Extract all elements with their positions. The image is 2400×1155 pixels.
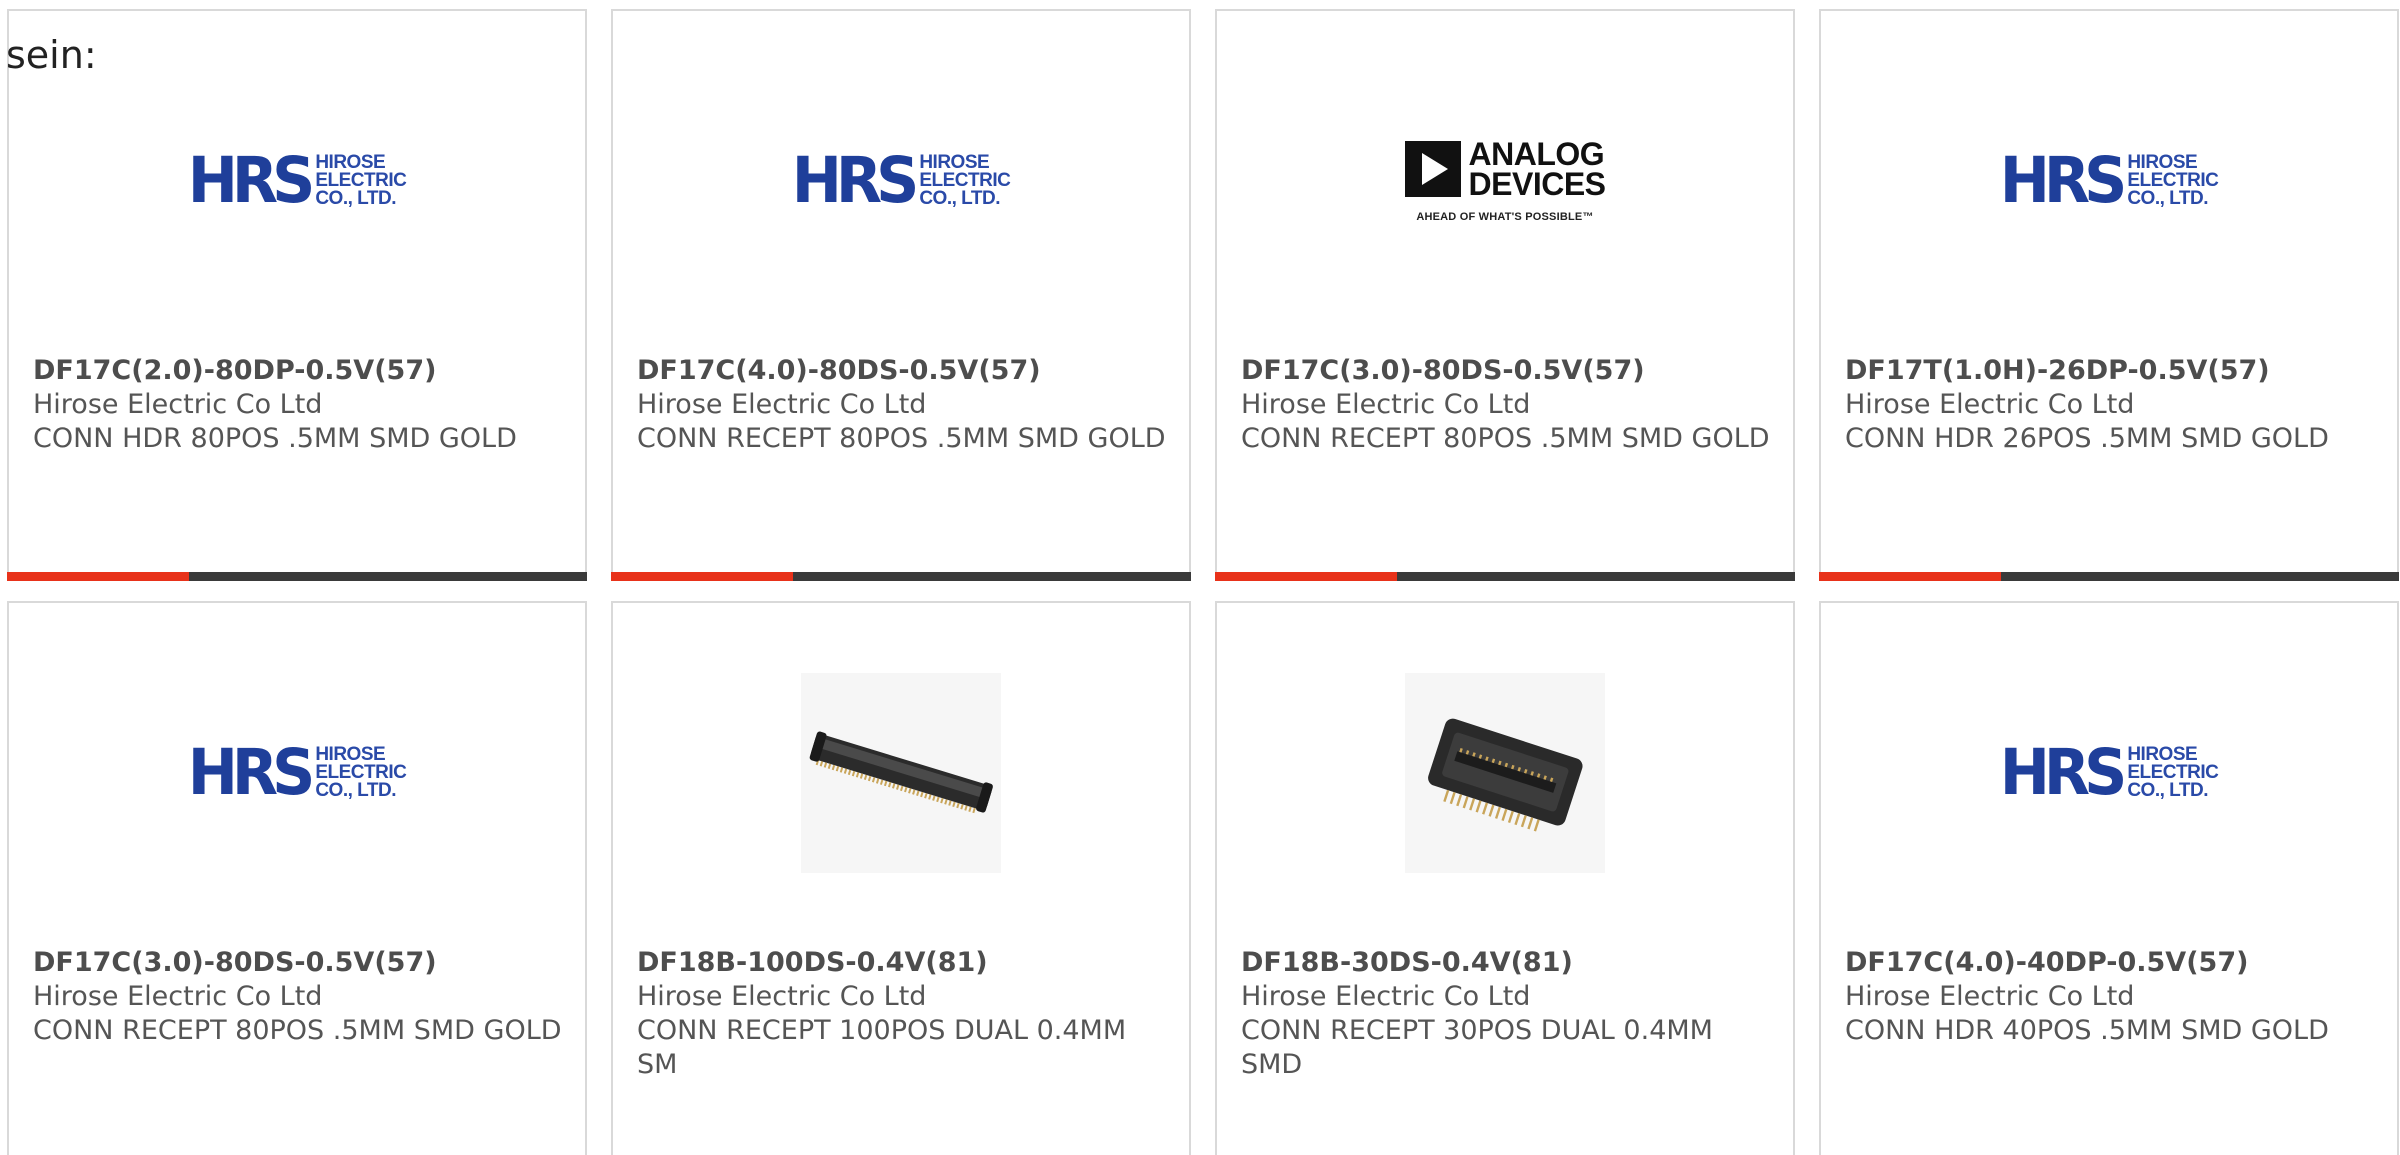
hirose-logo-mark: HRS xyxy=(187,144,316,218)
card-bar-accent xyxy=(611,572,793,581)
card-bottom-bar xyxy=(1819,572,2399,581)
analog-devices-tagline: AHEAD OF WHAT'S POSSIBLE™ xyxy=(1416,211,1594,223)
part-number-link[interactable]: DF18B-30DS-0.4V(81) xyxy=(1241,946,1771,980)
part-number-link[interactable]: DF17C(4.0)-80DS-0.5V(57) xyxy=(637,354,1167,388)
connector-image xyxy=(1428,718,1583,832)
product-image[interactable]: HRS HIROSE ELECTRIC CO., LTD. xyxy=(2000,673,2219,873)
hirose-logo-line3: CO., LTD. xyxy=(2127,780,2208,801)
product-info: DF17C(3.0)-80DS-0.5V(57) Hirose Electric … xyxy=(1241,354,1771,456)
hirose-logo-mark: HRS xyxy=(1999,736,2128,810)
part-number-link[interactable]: DF17C(4.0)-40DP-0.5V(57) xyxy=(1845,946,2375,980)
product-card[interactable]: HRS HIROSE ELECTRIC CO., LTD. DF17C(4.0)… xyxy=(1819,601,2399,1155)
product-card[interactable]: HRS HIROSE ELECTRIC CO., LTD. DF17C(2.0)… xyxy=(7,9,587,581)
hirose-logo-words: HIROSE ELECTRIC CO., LTD. xyxy=(315,745,407,801)
manufacturer-name: Hirose Electric Co Ltd xyxy=(1845,981,2135,1012)
product-card[interactable]: DF18B-100DS-0.4V(81) Hirose Electric Co L… xyxy=(611,601,1191,1155)
product-image[interactable]: HRS HIROSE ELECTRIC CO., LTD. xyxy=(188,81,407,281)
part-number-link[interactable]: DF17T(1.0H)-26DP-0.5V(57) xyxy=(1845,354,2375,388)
hirose-logo: HRS HIROSE ELECTRIC CO., LTD. xyxy=(187,736,407,810)
product-listing-page: HRS HIROSE ELECTRIC CO., LTD. DF17C(2.0)… xyxy=(0,0,2400,1155)
part-number-link[interactable]: DF17C(3.0)-80DS-0.5V(57) xyxy=(1241,354,1771,388)
hirose-logo-line3: CO., LTD. xyxy=(315,780,396,801)
manufacturer-name: Hirose Electric Co Ltd xyxy=(637,389,927,420)
product-description: CONN RECEPT 80POS .5MM SMD GOLD xyxy=(637,423,1166,454)
analog-devices-line1: ANALOG xyxy=(1468,136,1605,172)
hirose-logo: HRS HIROSE ELECTRIC CO., LTD. xyxy=(791,144,1011,218)
part-number-link[interactable]: DF17C(2.0)-80DP-0.5V(57) xyxy=(33,354,563,388)
part-number-link[interactable]: DF18B-100DS-0.4V(81) xyxy=(637,946,1167,980)
product-description: CONN RECEPT 80POS .5MM SMD GOLD xyxy=(33,1015,562,1046)
card-bottom-bar xyxy=(611,572,1191,581)
hirose-logo-words: HIROSE ELECTRIC CO., LTD. xyxy=(2127,745,2219,801)
product-image[interactable]: ANALOG DEVICES AHEAD OF WHAT'S POSSIBLE™ xyxy=(1404,81,1606,281)
product-info: DF17C(4.0)-40DP-0.5V(57) Hirose Electric … xyxy=(1845,946,2375,1048)
product-info: DF17T(1.0H)-26DP-0.5V(57) Hirose Electric… xyxy=(1845,354,2375,456)
lead-text: sein: xyxy=(6,33,97,77)
hirose-logo: HRS HIROSE ELECTRIC CO., LTD. xyxy=(1999,736,2219,810)
hirose-logo-mark: HRS xyxy=(1999,144,2128,218)
hirose-logo-mark: HRS xyxy=(187,736,316,810)
product-info: DF18B-30DS-0.4V(81) Hirose Electric Co Lt… xyxy=(1241,946,1771,1082)
product-description: CONN HDR 80POS .5MM SMD GOLD xyxy=(33,423,517,454)
product-image[interactable]: HRS HIROSE ELECTRIC CO., LTD. xyxy=(188,673,407,873)
hirose-logo-line3: CO., LTD. xyxy=(2127,188,2208,209)
product-info: DF17C(3.0)-80DS-0.5V(57) Hirose Electric … xyxy=(33,946,563,1048)
product-info: DF17C(4.0)-80DS-0.5V(57) Hirose Electric … xyxy=(637,354,1167,456)
product-description: CONN RECEPT 80POS .5MM SMD GOLD xyxy=(1241,423,1770,454)
product-card[interactable]: ANALOG DEVICES AHEAD OF WHAT'S POSSIBLE™… xyxy=(1215,9,1795,581)
hirose-logo-words: HIROSE ELECTRIC CO., LTD. xyxy=(315,153,407,209)
hirose-logo-line3: CO., LTD. xyxy=(919,188,1000,209)
connector-photo xyxy=(1405,673,1605,873)
manufacturer-name: Hirose Electric Co Ltd xyxy=(1845,389,2135,420)
analog-devices-line2: DEVICES xyxy=(1468,166,1606,202)
analog-devices-name: ANALOG DEVICES xyxy=(1468,136,1606,202)
manufacturer-name: Hirose Electric Co Ltd xyxy=(1241,389,1531,420)
connector-image xyxy=(809,731,993,814)
product-image[interactable]: HRS HIROSE ELECTRIC CO., LTD. xyxy=(2000,81,2219,281)
product-description: CONN HDR 26POS .5MM SMD GOLD xyxy=(1845,423,2329,454)
card-bar-accent xyxy=(7,572,189,581)
product-info: DF17C(2.0)-80DP-0.5V(57) Hirose Electric … xyxy=(33,354,563,456)
analog-devices-logo: ANALOG DEVICES AHEAD OF WHAT'S POSSIBLE™ xyxy=(1404,136,1606,223)
part-number-link[interactable]: DF17C(3.0)-80DS-0.5V(57) xyxy=(33,946,563,980)
product-card[interactable]: HRS HIROSE ELECTRIC CO., LTD. DF17T(1.0H… xyxy=(1819,9,2399,581)
product-description: CONN HDR 40POS .5MM SMD GOLD xyxy=(1845,1015,2329,1046)
hirose-logo-words: HIROSE ELECTRIC CO., LTD. xyxy=(2127,153,2219,209)
product-card[interactable]: HRS HIROSE ELECTRIC CO., LTD. DF17C(3.0)… xyxy=(7,601,587,1155)
product-description: CONN RECEPT 100POS DUAL 0.4MM SM xyxy=(637,1015,1127,1080)
product-image[interactable] xyxy=(801,673,1001,873)
hirose-logo-line3: CO., LTD. xyxy=(315,188,396,209)
connector-photo xyxy=(801,673,1001,873)
manufacturer-name: Hirose Electric Co Ltd xyxy=(33,981,323,1012)
card-bottom-bar xyxy=(1215,572,1795,581)
product-info: DF18B-100DS-0.4V(81) Hirose Electric Co L… xyxy=(637,946,1167,1082)
manufacturer-name: Hirose Electric Co Ltd xyxy=(33,389,323,420)
card-bar-accent xyxy=(1215,572,1397,581)
card-bottom-bar xyxy=(7,572,587,581)
product-image[interactable]: HRS HIROSE ELECTRIC CO., LTD. xyxy=(792,81,1011,281)
hirose-logo: HRS HIROSE ELECTRIC CO., LTD. xyxy=(187,144,407,218)
play-triangle-icon xyxy=(1404,141,1461,197)
product-grid: HRS HIROSE ELECTRIC CO., LTD. DF17C(2.0)… xyxy=(7,9,2399,1155)
product-card[interactable]: HRS HIROSE ELECTRIC CO., LTD. DF17C(4.0)… xyxy=(611,9,1191,581)
hirose-logo: HRS HIROSE ELECTRIC CO., LTD. xyxy=(1999,144,2219,218)
product-card[interactable]: DF18B-30DS-0.4V(81) Hirose Electric Co Lt… xyxy=(1215,601,1795,1155)
card-bar-accent xyxy=(1819,572,2001,581)
hirose-logo-mark: HRS xyxy=(791,144,920,218)
manufacturer-name: Hirose Electric Co Ltd xyxy=(637,981,927,1012)
manufacturer-name: Hirose Electric Co Ltd xyxy=(1241,981,1531,1012)
product-description: CONN RECEPT 30POS DUAL 0.4MM SMD xyxy=(1241,1015,1713,1080)
product-image[interactable] xyxy=(1405,673,1605,873)
hirose-logo-words: HIROSE ELECTRIC CO., LTD. xyxy=(919,153,1011,209)
